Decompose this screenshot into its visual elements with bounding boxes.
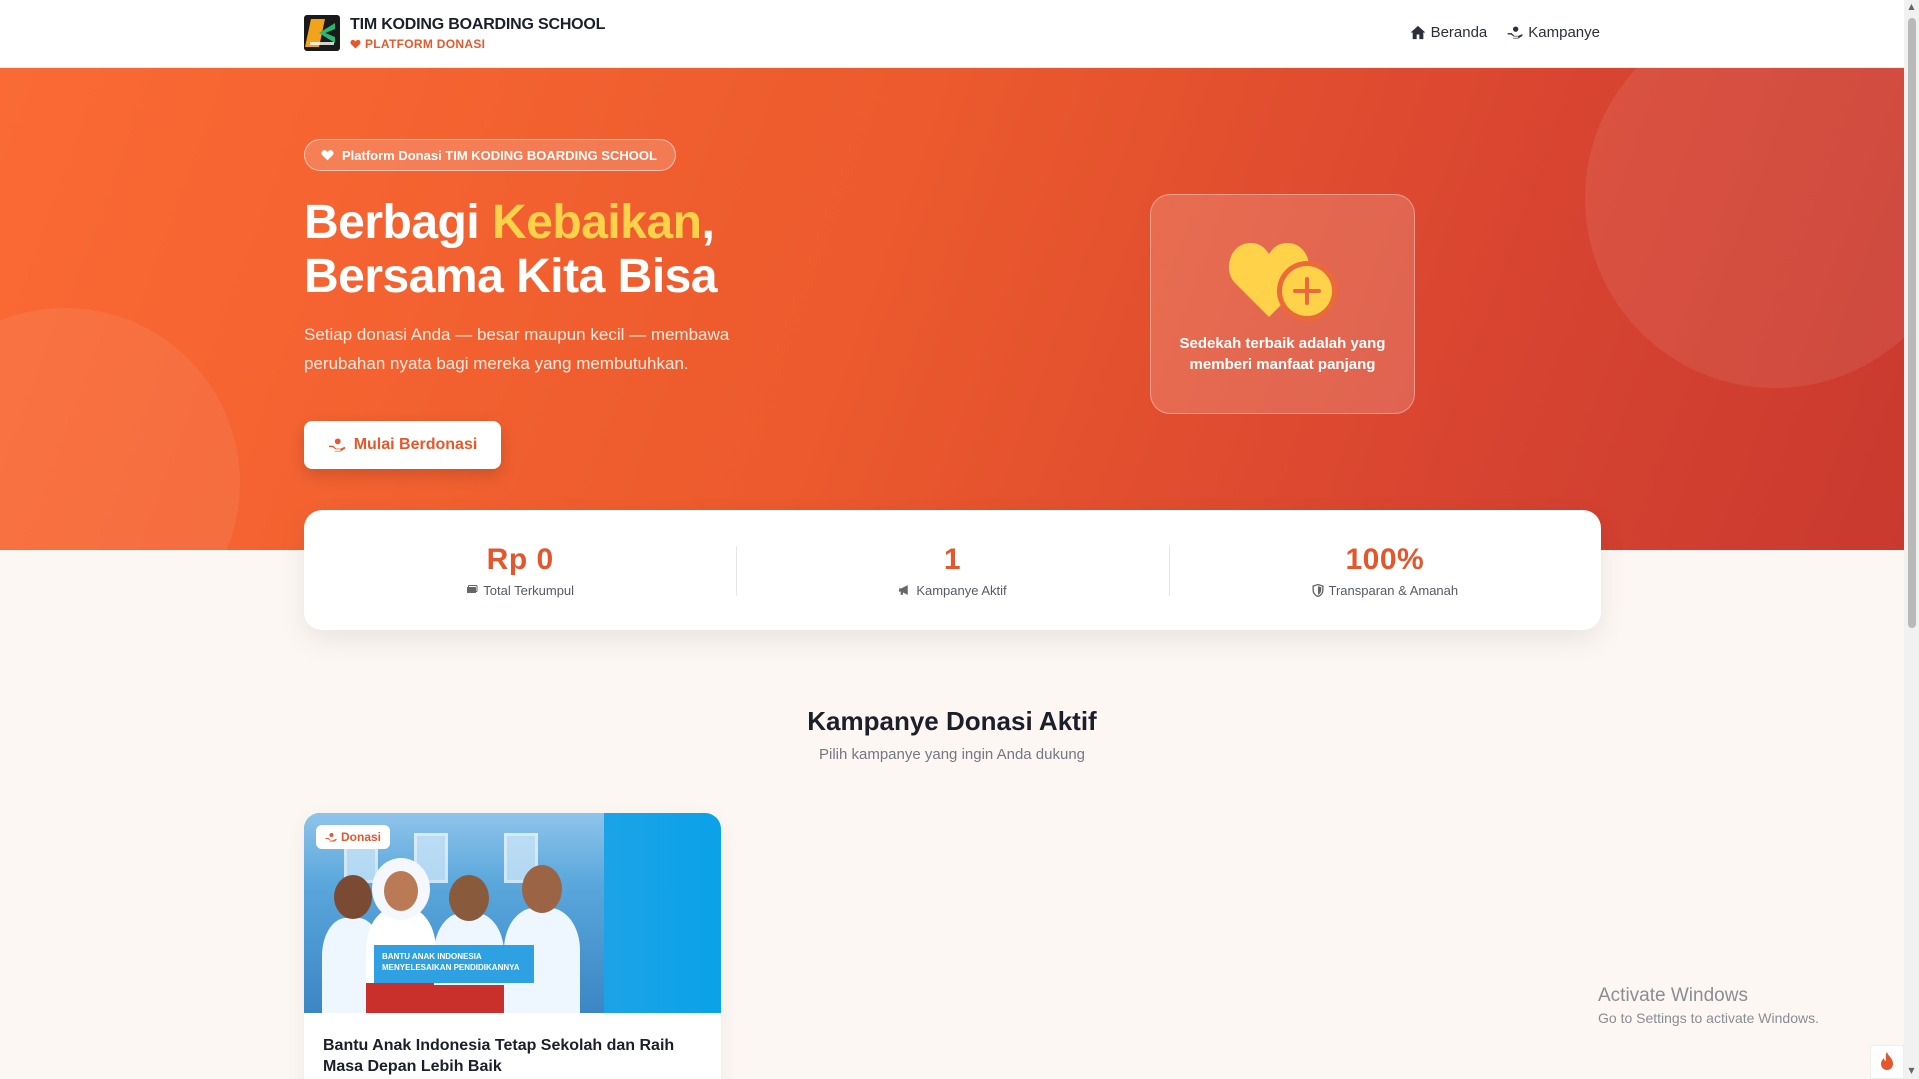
campaign-badge: Donasi xyxy=(316,825,391,849)
section-subtitle: Pilih kampanye yang ingin Anda dukung xyxy=(818,746,1086,763)
scrollbar-thumb[interactable] xyxy=(1908,18,1916,628)
stat-transparency: 100% Transparan & Amanah xyxy=(1168,510,1601,630)
quote-card: Sedekah terbaik adalah yang memberi manf… xyxy=(1150,194,1415,414)
hand-heart-icon xyxy=(328,438,345,452)
heart-plus-icon xyxy=(1228,243,1337,321)
campaign-card[interactable]: Donasi BANTU ANAK INDONESIA MENYELESAIKA… xyxy=(304,813,721,1079)
stat-active-campaigns: 1 Kampanye Aktif xyxy=(736,510,1168,630)
campaign-image: Donasi BANTU ANAK INDONESIA MENYELESAIKA… xyxy=(304,813,721,1013)
quote-text: Sedekah terbaik adalah yang memberi manf… xyxy=(1179,335,1386,373)
stat-total-collected: Rp 0 Total Terkumpul xyxy=(304,510,736,630)
image-banner: BANTU ANAK INDONESIA MENYELESAIKAN PENDI… xyxy=(374,945,534,983)
money-icon xyxy=(467,585,478,593)
school-logo xyxy=(304,15,340,51)
decor-circle xyxy=(1585,68,1904,388)
brand-title: TIM KODING BOARDING SCHOOL xyxy=(350,15,606,33)
top-navbar: TIM KODING BOARDING SCHOOL PLATFORM DONA… xyxy=(0,0,1904,68)
platform-pill: Platform Donasi TIM KODING BOARDING SCHO… xyxy=(304,139,676,171)
megaphone-icon xyxy=(899,585,909,595)
hand-heart-icon xyxy=(1507,26,1523,39)
decor-circle xyxy=(0,308,240,550)
scroll-up-arrow-icon[interactable]: ▲ xyxy=(1906,2,1917,12)
heart-icon xyxy=(321,150,334,161)
scroll-down-arrow-icon[interactable]: ▼ xyxy=(1906,1066,1917,1076)
heart-icon xyxy=(350,39,361,49)
shield-icon xyxy=(1311,583,1324,597)
campaign-title[interactable]: Bantu Anak Indonesia Tetap Sekolah dan R… xyxy=(304,1013,721,1077)
flame-icon xyxy=(1881,1052,1893,1070)
headline-highlight: Kebaikan xyxy=(492,196,702,249)
windows-activation-watermark: Activate Windows Go to Settings to activ… xyxy=(1598,985,1819,1026)
brand[interactable]: TIM KODING BOARDING SCHOOL PLATFORM DONA… xyxy=(304,15,605,51)
home-icon xyxy=(1410,25,1425,40)
hero-section: Platform Donasi TIM KODING BOARDING SCHO… xyxy=(0,68,1904,550)
flame-widget-button[interactable] xyxy=(1870,1045,1904,1079)
hero-headline: Berbagi Kebaikan, Bersama Kita Bisa xyxy=(304,196,718,303)
start-donate-button[interactable]: Mulai Berdonasi xyxy=(304,421,501,469)
hand-heart-icon xyxy=(325,832,337,842)
hero-lead: Setiap donasi Anda — besar maupun kecil … xyxy=(304,325,730,373)
brand-subtitle: PLATFORM DONASI xyxy=(350,37,605,51)
section-title: Kampanye Donasi Aktif xyxy=(807,706,1097,736)
nav-link-beranda[interactable]: Beranda xyxy=(1410,24,1487,41)
nav-link-kampanye[interactable]: Kampanye xyxy=(1507,24,1600,41)
stats-panel: Rp 0 Total Terkumpul 1 Kampanye Aktif 10… xyxy=(304,510,1601,630)
